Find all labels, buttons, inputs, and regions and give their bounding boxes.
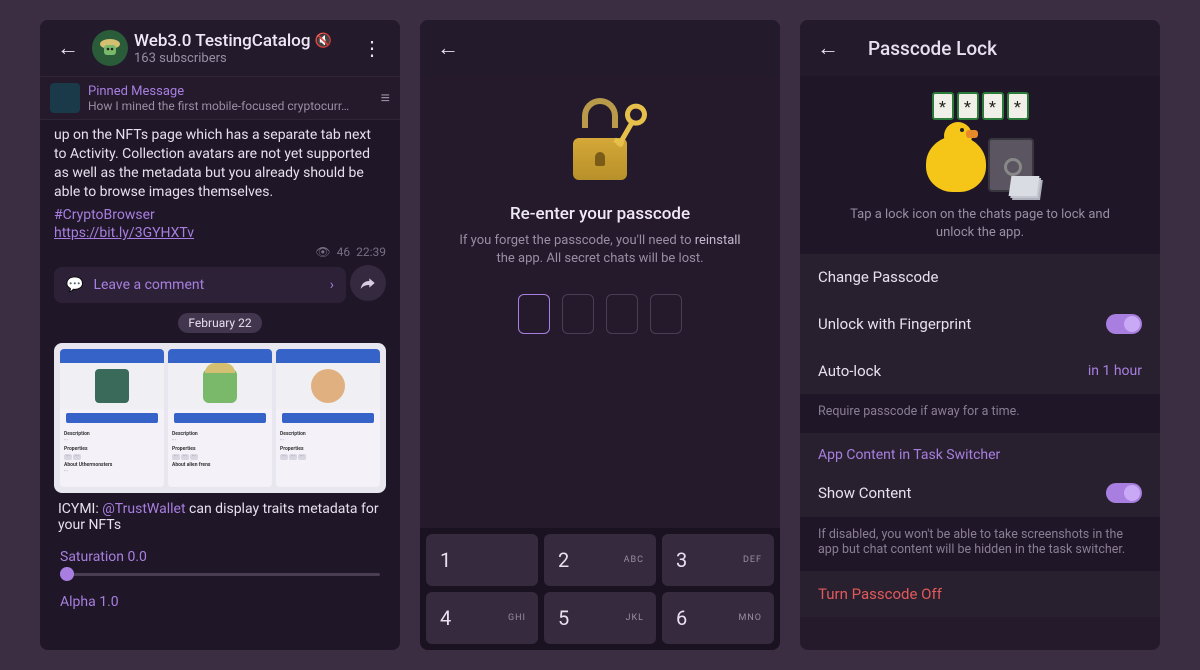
pinned-message[interactable]: Pinned Message How I mined the first mob…	[40, 76, 400, 120]
message-link[interactable]: https://bit.ly/3GYHXTv	[54, 224, 386, 243]
key-5[interactable]: 5JKL	[544, 592, 656, 644]
back-icon[interactable]: ←	[428, 28, 468, 68]
message-time: 22:39	[356, 245, 386, 259]
mention-link[interactable]: @TrustWallet	[102, 501, 185, 517]
pinned-list-icon[interactable]: ≡	[381, 88, 390, 108]
key-6[interactable]: 6MNO	[662, 592, 774, 644]
lock-icon	[555, 96, 645, 186]
pin-digit-2	[562, 294, 594, 334]
autolock-value: in 1 hour	[1088, 363, 1142, 379]
chevron-right-icon: ›	[330, 277, 334, 293]
show-content-toggle[interactable]	[1106, 483, 1142, 503]
comment-label: Leave a comment	[93, 277, 204, 293]
pinned-preview: How I mined the first mobile-focused cry…	[88, 99, 373, 113]
comment-icon: 💬	[66, 277, 83, 293]
show-content-footer: If disabled, you won't be able to take s…	[800, 517, 1160, 571]
chat-screen: ← Web3.0 TestingCatalog🔇 163 subscribers…	[40, 20, 400, 650]
saturation-slider[interactable]: Saturation 0.0	[48, 541, 392, 576]
numeric-keypad: 1 2ABC 3DEF 4GHI 5JKL 6MNO	[420, 528, 780, 650]
back-icon[interactable]: ←	[808, 28, 848, 68]
message-hashtag[interactable]: #CryptoBrowser	[54, 206, 386, 225]
passcode-subtitle: If you forget the passcode, you'll need …	[420, 224, 780, 268]
message-caption: ICYMI: @TrustWallet can display traits m…	[48, 493, 392, 541]
message-meta: 👁 46 22:39	[48, 245, 392, 263]
chat-body[interactable]: up on the NFTs page which has a separate…	[40, 120, 400, 650]
passcode-title: Re-enter your passcode	[510, 204, 690, 224]
autolock-footer: Require passcode if away for a time.	[800, 394, 1160, 433]
turn-off-passcode-row[interactable]: Turn Passcode Off	[800, 571, 1160, 617]
views-count: 46	[337, 245, 351, 259]
message-text: up on the NFTs page which has a separate…	[48, 124, 392, 204]
settings-header: ← Passcode Lock	[800, 20, 1160, 76]
more-icon[interactable]: ⋮	[352, 36, 392, 60]
nft-preview-image[interactable]: Description···Properties······About Uthe…	[54, 343, 386, 493]
pinned-thumb	[50, 83, 80, 113]
views-icon: 👁	[315, 245, 330, 259]
passcode-header: ←	[420, 20, 780, 76]
passcode-settings-screen: ← Passcode Lock **** Tap a lock icon on …	[800, 20, 1160, 650]
channel-avatar[interactable]	[92, 30, 128, 66]
back-icon[interactable]: ←	[48, 28, 88, 68]
comment-button[interactable]: 💬 Leave a comment ›	[54, 267, 346, 303]
settings-hint: Tap a lock icon on the chats page to loc…	[820, 206, 1140, 242]
date-divider: February 22	[48, 313, 392, 333]
settings-illustration: **** Tap a lock icon on the chats page t…	[800, 76, 1160, 254]
passcode-screen: ← Re-enter your passcode If you forget t…	[420, 20, 780, 650]
fingerprint-toggle[interactable]	[1106, 314, 1142, 334]
key-3[interactable]: 3DEF	[662, 534, 774, 586]
pin-input	[518, 294, 682, 334]
show-content-row[interactable]: Show Content	[800, 469, 1160, 517]
fingerprint-row[interactable]: Unlock with Fingerprint	[800, 300, 1160, 348]
chat-header: ← Web3.0 TestingCatalog🔇 163 subscribers…	[40, 20, 400, 76]
subscriber-count: 163 subscribers	[134, 51, 352, 66]
change-passcode-row[interactable]: Change Passcode	[800, 254, 1160, 300]
chat-title[interactable]: Web3.0 TestingCatalog🔇	[134, 31, 352, 51]
mute-icon: 🔇	[314, 33, 331, 49]
section-header: App Content in Task Switcher	[800, 433, 1160, 469]
pin-digit-3	[606, 294, 638, 334]
autolock-row[interactable]: Auto-lock in 1 hour	[800, 348, 1160, 394]
page-title: Passcode Lock	[868, 37, 997, 60]
pin-digit-1	[518, 294, 550, 334]
key-1[interactable]: 1	[426, 534, 538, 586]
alpha-slider[interactable]: Alpha 1.0	[48, 576, 392, 610]
pin-digit-4	[650, 294, 682, 334]
share-button[interactable]	[350, 265, 386, 301]
key-4[interactable]: 4GHI	[426, 592, 538, 644]
key-2[interactable]: 2ABC	[544, 534, 656, 586]
pinned-label: Pinned Message	[88, 84, 373, 99]
